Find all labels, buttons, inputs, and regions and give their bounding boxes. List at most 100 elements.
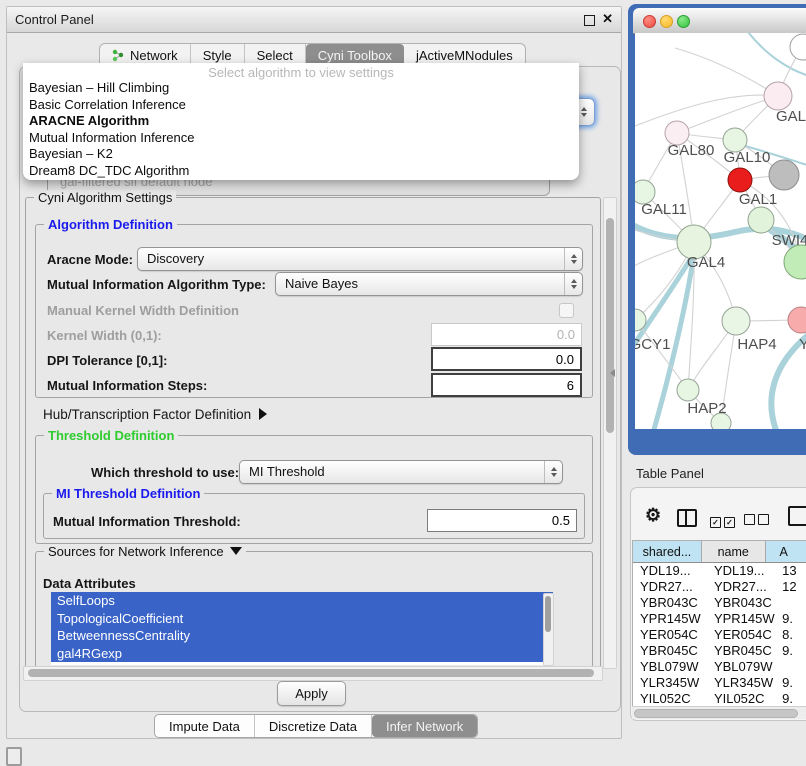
group-title: Threshold Definition — [44, 428, 178, 443]
dropdown-item[interactable]: Basic Correlation Inference — [23, 97, 579, 114]
aracne-mode-label: Aracne Mode: — [47, 252, 133, 267]
table-row[interactable]: YDR27...YDR27...12 — [633, 579, 806, 595]
dropdown-item-selected[interactable]: ARACNE Algorithm — [23, 113, 579, 130]
node-label: GAL1 — [739, 191, 777, 208]
table-row[interactable]: YBR045CYBR045C9. — [633, 643, 806, 659]
node-gray[interactable] — [769, 160, 799, 190]
data-attributes-label: Data Attributes — [43, 576, 136, 591]
network-graph: GAL GAL80 GAL10 GAL1 GAL11 SWI4 GAL4 GCY… — [635, 33, 806, 429]
table-row[interactable]: YIL052CYIL052C9. — [633, 691, 806, 707]
list-item[interactable]: BetweennessCentrality — [51, 627, 553, 645]
mi-algorithm-type-label: Mutual Information Algorithm Type: — [47, 277, 266, 292]
apply-button[interactable]: Apply — [277, 681, 346, 706]
close-icon[interactable]: ✕ — [602, 11, 613, 27]
dropdown-prompt: Select algorithm to view settings — [23, 63, 579, 80]
node-hap2[interactable] — [677, 379, 699, 401]
network-edge — [677, 96, 778, 133]
zoom-traffic-light[interactable] — [677, 15, 690, 28]
table-row[interactable]: YDL19...YDL19...13 — [633, 563, 806, 579]
node-label: HAP4 — [737, 336, 776, 353]
table-row[interactable]: YER054CYER054C8. — [633, 627, 806, 643]
table-row[interactable]: YBL079WYBL079W — [633, 659, 806, 675]
split-columns-icon[interactable] — [677, 509, 697, 527]
which-threshold-combo[interactable]: MI Threshold — [239, 460, 563, 484]
which-threshold-label: Which threshold to use: — [91, 465, 239, 480]
deselect-all-checkboxes-icon[interactable] — [744, 512, 772, 530]
node-label: GAL10 — [724, 149, 771, 166]
stepper-icon — [581, 107, 587, 111]
mi-threshold-label: Mutual Information Threshold: — [53, 514, 241, 529]
table-row[interactable]: YLR345WYLR345W9. — [633, 675, 806, 691]
minimize-traffic-light[interactable] — [660, 15, 673, 28]
splitter-handle[interactable] — [610, 369, 615, 377]
group-title: Algorithm Definition — [44, 217, 177, 232]
manual-kernel-width-label: Manual Kernel Width Definition — [47, 303, 239, 318]
settings-vertical-scrollbar[interactable] — [603, 197, 617, 669]
dropdown-item[interactable]: Mutual Information Inference — [23, 130, 579, 147]
node-green-bright[interactable] — [784, 245, 806, 279]
node-hap4[interactable] — [722, 307, 750, 335]
mi-algorithm-type-combo[interactable]: Naive Bayes — [275, 272, 583, 296]
stepper-icon — [564, 273, 582, 295]
network-canvas[interactable]: GAL GAL80 GAL10 GAL1 GAL11 SWI4 GAL4 GCY… — [635, 33, 806, 429]
dpi-tolerance-field[interactable]: 0.0 — [431, 347, 582, 371]
node-gal-partial[interactable] — [764, 82, 792, 110]
node-label: GAL4 — [687, 254, 725, 271]
hub-tf-definition-toggle[interactable]: Hub/Transcription Factor Definition — [43, 407, 267, 422]
list-item[interactable]: gal4RGexp — [51, 645, 553, 663]
node-label: HAP2 — [687, 400, 726, 417]
node-label: SWI4 — [772, 232, 806, 249]
dropdown-item[interactable]: Dream8 DC_TDC Algorithm — [23, 163, 579, 180]
algorithm-dropdown-list: Select algorithm to view settings Bayesi… — [23, 63, 579, 180]
table-row[interactable]: YPR145WYPR145W9. — [633, 611, 806, 627]
list-scrollbar[interactable] — [543, 593, 554, 666]
close-traffic-light[interactable] — [643, 15, 656, 28]
settings-horizontal-scrollbar[interactable] — [23, 666, 603, 681]
column-tool-icon-partial[interactable] — [788, 506, 806, 526]
table-row[interactable]: YBR043CYBR043C — [633, 595, 806, 611]
column-header-partial[interactable]: A — [766, 541, 806, 562]
select-all-checkboxes-icon[interactable]: ✓✓ — [710, 512, 738, 530]
network-window-titlebar[interactable] — [633, 8, 806, 34]
network-edge — [675, 48, 778, 96]
mi-steps-label: Mutual Information Steps: — [47, 378, 207, 393]
group-title: Cyni Algorithm Settings — [34, 190, 176, 205]
mi-steps-field[interactable]: 6 — [431, 373, 582, 397]
aracne-mode-combo[interactable]: Discovery — [137, 247, 583, 271]
manual-kernel-width-checkbox[interactable] — [559, 303, 574, 318]
float-window-icon[interactable] — [584, 15, 595, 26]
dpi-tolerance-label: DPI Tolerance [0,1]: — [47, 353, 167, 368]
node-unlabeled[interactable] — [790, 34, 806, 60]
kernel-width-label: Kernel Width (0,1): — [47, 328, 162, 343]
bottom-tabbar: Impute Data Discretize Data Infer Networ… — [154, 714, 478, 738]
node-gal1-red[interactable] — [728, 168, 752, 192]
mi-threshold-field[interactable]: 0.5 — [427, 509, 577, 532]
dropdown-item[interactable]: Bayesian – Hill Climbing — [23, 80, 579, 97]
expand-arrow-icon — [259, 408, 267, 420]
column-header-shared-name[interactable]: shared... — [633, 541, 702, 562]
sources-group-toggle[interactable]: Sources for Network Inference — [44, 544, 246, 559]
dropdown-item[interactable]: Bayesian – K2 — [23, 146, 579, 163]
network-icon — [112, 49, 125, 62]
control-panel-header: Control Panel ✕ — [7, 7, 621, 33]
stepper-icon — [544, 461, 562, 483]
node-salmon[interactable] — [788, 307, 806, 333]
table-header-row: shared... name A — [633, 541, 806, 563]
stepper-icon — [564, 248, 582, 270]
list-item[interactable]: SelfLoops — [51, 592, 553, 610]
column-header-name[interactable]: name — [702, 541, 766, 562]
table-panel-title: Table Panel — [636, 466, 704, 481]
tab-impute-data[interactable]: Impute Data — [155, 715, 255, 737]
gear-icon[interactable]: ⚙ — [645, 505, 661, 526]
node-table: shared... name A YDL19...YDL19...13 YDR2… — [632, 540, 806, 707]
node-label: Y — [799, 336, 806, 353]
tab-infer-network[interactable]: Infer Network — [372, 715, 477, 737]
tab-discretize-data[interactable]: Discretize Data — [255, 715, 372, 737]
node-green[interactable] — [748, 207, 774, 233]
table-horizontal-scrollbar[interactable] — [632, 706, 806, 719]
kernel-width-field[interactable]: 0.0 — [431, 323, 582, 346]
collapse-arrow-icon — [230, 547, 242, 555]
collapsed-panel-icon[interactable] — [6, 747, 22, 766]
control-panel: Control Panel ✕ Network Style Select Cyn… — [6, 6, 622, 739]
list-item[interactable]: TopologicalCoefficient — [51, 610, 553, 628]
